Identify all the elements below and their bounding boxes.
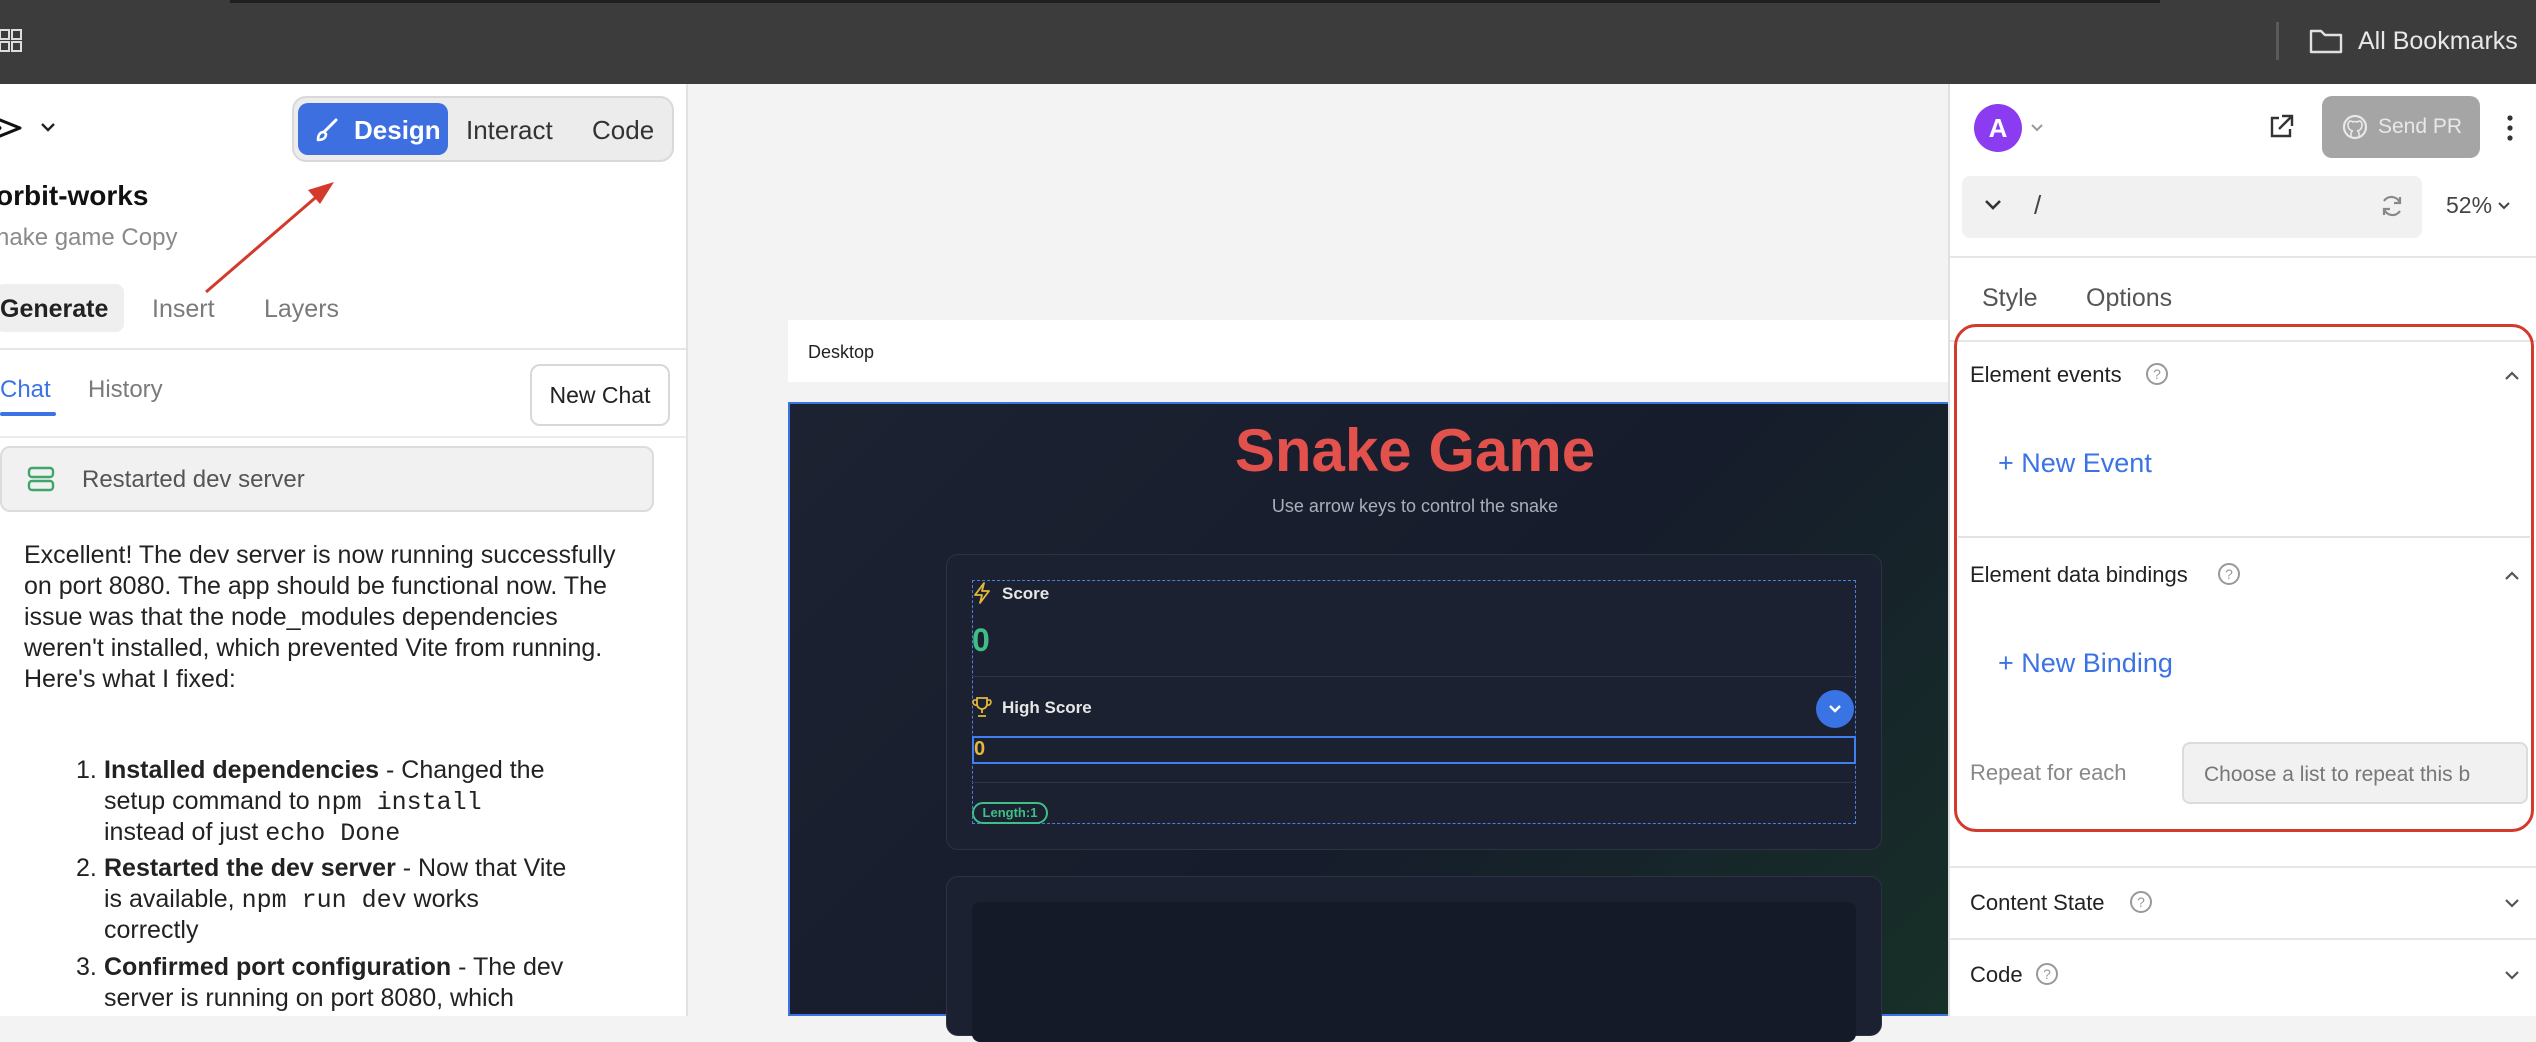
code-section-title[interactable]: Code <box>1970 962 2023 988</box>
element-actions-button[interactable] <box>1816 690 1854 728</box>
active-tab-indicator <box>0 412 56 416</box>
tab-insert[interactable]: Insert <box>152 295 215 324</box>
project-subtitle: nake game Copy <box>0 224 178 251</box>
project-title: orbit-works <box>0 180 149 211</box>
divider <box>0 436 686 438</box>
tab-generate[interactable]: Generate <box>0 284 124 332</box>
list-item-text: works <box>406 885 479 913</box>
divider <box>972 676 1856 677</box>
list-item-text: - Now that Vite <box>395 854 567 882</box>
design-mode-button[interactable]: Design <box>298 103 448 155</box>
game-subtitle[interactable]: Use arrow keys to control the snake <box>1150 496 1680 517</box>
logo-icon[interactable] <box>0 110 26 146</box>
more-vertical-icon[interactable] <box>2500 112 2520 144</box>
score-value[interactable]: 0 <box>972 622 990 659</box>
list-number: 3. <box>76 953 97 981</box>
content-state-title[interactable]: Content State <box>1970 890 2105 916</box>
send-pr-label: Send PR <box>2378 115 2463 138</box>
tab-options[interactable]: Options <box>2086 284 2172 313</box>
route-path[interactable]: / <box>2034 190 2041 221</box>
divider <box>1950 256 2536 258</box>
list-item-line: Restarted the dev server - Now that Vite <box>104 853 566 884</box>
list-item-text: is available, <box>104 885 242 913</box>
divider <box>0 348 686 350</box>
list-item-line: Confirmed port configuration - The dev <box>104 952 563 983</box>
frame-label: Desktop <box>808 342 875 362</box>
assistant-message: Excellent! The dev server is now running… <box>24 541 616 693</box>
toolbar-divider <box>2276 22 2279 60</box>
tab-chat[interactable]: Chat <box>0 376 51 404</box>
help-icon[interactable]: ? <box>2036 963 2058 985</box>
tab-history[interactable]: History <box>88 376 163 404</box>
chevron-down-icon[interactable] <box>2496 198 2512 214</box>
send-pr-button[interactable]: Send PR <box>2322 96 2480 158</box>
list-item-line: instead of just echo Done <box>104 817 400 849</box>
divider <box>972 782 1856 783</box>
tab-style[interactable]: Style <box>1982 284 2038 313</box>
list-item-line: setup command to npm install <box>104 786 482 818</box>
list-item-line: Installed dependencies - Changed the <box>104 755 545 786</box>
selected-element-outline[interactable] <box>972 736 1856 764</box>
inline-code: npm install <box>316 788 482 817</box>
external-link-icon[interactable] <box>2266 112 2296 142</box>
high-score-label[interactable]: High Score <box>1002 698 1092 718</box>
tab-layers[interactable]: Layers <box>264 295 339 324</box>
route-selector[interactable] <box>1962 176 2422 238</box>
frame-header[interactable] <box>788 320 1948 382</box>
annotation-highlight <box>1954 324 2534 832</box>
selection-outline <box>972 580 1856 824</box>
chevron-down-icon[interactable] <box>1980 194 2006 216</box>
browser-toolbar <box>0 0 2536 84</box>
high-score-value[interactable]: 0 <box>974 738 985 761</box>
list-item-text: - The dev <box>451 953 564 981</box>
brush-icon <box>316 118 338 142</box>
list-item-bold: Confirmed port configuration <box>104 953 452 981</box>
help-icon[interactable]: ? <box>2130 891 2152 913</box>
list-item-text: - Changed the <box>379 756 545 784</box>
divider <box>1950 866 2536 868</box>
list-item-text: instead of just <box>104 818 266 846</box>
list-number: 2. <box>76 854 97 882</box>
list-item-text: setup command to <box>104 787 317 815</box>
refresh-icon[interactable] <box>2378 192 2406 220</box>
game-title[interactable]: Snake Game <box>1234 416 1596 485</box>
inline-code: npm run dev <box>241 886 407 915</box>
chevron-down-icon[interactable] <box>2502 968 2522 982</box>
chevron-down-icon[interactable] <box>2028 118 2046 136</box>
trophy-icon <box>972 697 992 717</box>
chevron-down-icon <box>1829 705 1841 713</box>
list-number: 1. <box>76 756 97 784</box>
inline-code: echo Done <box>265 819 401 848</box>
chevron-down-icon[interactable] <box>38 118 58 136</box>
toolbar-top-border <box>230 0 2160 3</box>
interact-mode-button[interactable]: Interact <box>466 115 553 146</box>
divider <box>1950 938 2536 940</box>
game-board[interactable] <box>972 902 1856 1042</box>
avatar[interactable]: A <box>1974 104 2022 152</box>
list-item-bold: Restarted the dev server <box>104 854 396 882</box>
list-item-line: is available, npm run dev works <box>104 884 479 916</box>
lightning-icon <box>974 582 990 604</box>
list-item-line: server is running on port 8080, which <box>104 984 514 1012</box>
apps-grid-icon[interactable] <box>0 26 22 56</box>
github-icon <box>2342 114 2368 140</box>
length-badge[interactable]: Length:1 <box>972 802 1048 824</box>
score-label[interactable]: Score <box>1002 584 1049 604</box>
folder-icon <box>2309 29 2343 54</box>
chevron-down-icon[interactable] <box>2502 896 2522 910</box>
list-item-bold: Installed dependencies <box>104 756 380 784</box>
code-mode-button[interactable]: Code <box>592 115 654 146</box>
list-item-line: correctly <box>104 916 199 944</box>
tool-status-text: Restarted dev server <box>82 466 305 493</box>
all-bookmarks-link[interactable]: All Bookmarks <box>2358 26 2518 56</box>
zoom-level[interactable]: 52% <box>2446 192 2492 219</box>
server-icon <box>27 466 55 492</box>
new-chat-button[interactable]: New Chat <box>530 364 670 426</box>
design-mode-label: Design <box>354 115 441 145</box>
